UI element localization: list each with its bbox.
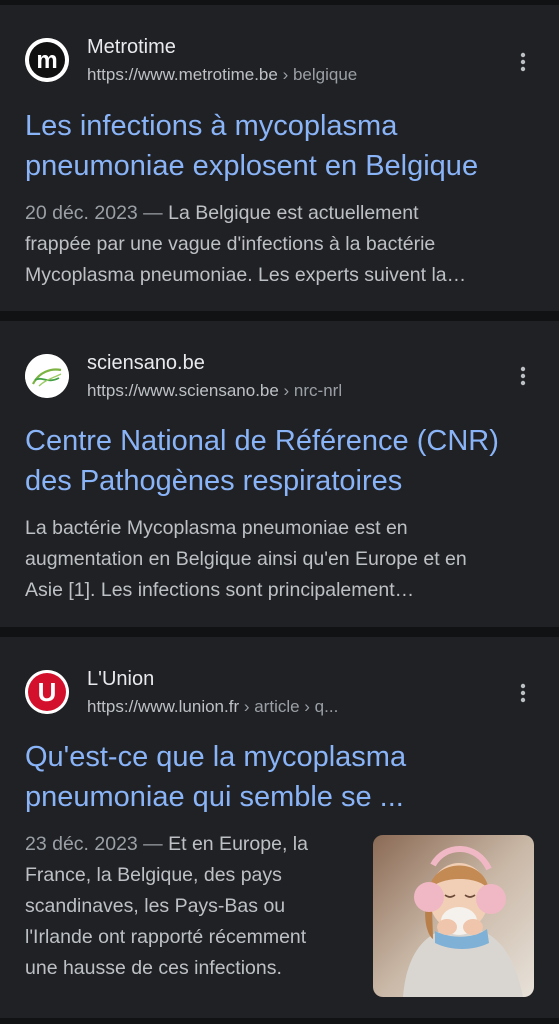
url-path: › nrc-nrl <box>278 381 343 400</box>
site-name: Metrotime <box>87 36 176 58</box>
title-line: pneumoniae explosent en Belgique <box>25 150 479 182</box>
svg-text:m: m <box>36 47 57 74</box>
result-title-link[interactable]: Les infections à mycoplasma pneumoniae e… <box>25 106 535 186</box>
site-url: https://www.lunion.fr › article › q... <box>87 697 338 717</box>
snippet-line: scandinaves, les Pays-Bas ou <box>25 895 286 917</box>
result-snippet: 20 déc. 2023 — La Belgique est actuellem… <box>25 198 535 291</box>
result-source[interactable]: m Metrotime https://www.metrotime.be › b… <box>25 36 559 88</box>
snippet-line: France, la Belgique, des pays <box>25 864 282 886</box>
more-vert-icon[interactable] <box>511 681 535 705</box>
result-snippet: 23 déc. 2023 — Et en Europe, la France, … <box>25 829 355 984</box>
result-thumbnail[interactable] <box>373 835 534 997</box>
site-url: https://www.metrotime.be › belgique <box>87 65 357 85</box>
logo-letter: U <box>38 677 57 707</box>
snippet-line: une hausse de ces infections. <box>25 957 282 979</box>
site-name: L'Union <box>87 668 155 690</box>
result-title-link[interactable]: Qu'est-ce que la mycoplasma pneumoniae q… <box>25 737 535 817</box>
snippet-line: 20 déc. 2023 — La Belgique est actuellem… <box>25 198 535 229</box>
url-path: › belgique <box>277 65 358 84</box>
title-line: Centre National de Référence (CNR) <box>25 425 499 457</box>
site-name: sciensano.be <box>87 352 205 374</box>
result-date: 20 déc. 2023 — <box>25 202 169 224</box>
snippet-line: l'Irlande ont rapporté récemment <box>25 926 307 948</box>
snippet-line: Asie [1]. Les infections sont principale… <box>25 579 415 601</box>
snippet-line: 23 déc. 2023 — Et en Europe, la <box>25 829 355 860</box>
snippet-text: Et en Europe, la <box>168 833 308 855</box>
search-results-page: m Metrotime https://www.metrotime.be › b… <box>0 0 559 1024</box>
snippet-text: La Belgique est actuellement <box>168 202 419 224</box>
title-line: pneumoniae qui semble se ... <box>25 781 404 813</box>
result-source[interactable]: sciensano.be https://www.sciensano.be › … <box>25 352 559 404</box>
result-card-metrotime[interactable]: m Metrotime https://www.metrotime.be › b… <box>0 5 559 311</box>
more-vert-icon[interactable] <box>511 364 535 388</box>
url-base: https://www.sciensano.be <box>87 381 279 400</box>
title-line: Les infections à mycoplasma <box>25 110 398 142</box>
url-path: › article › q... <box>239 697 339 716</box>
url-base: https://www.lunion.fr <box>87 697 240 716</box>
result-date: 23 déc. 2023 — <box>25 833 169 855</box>
title-line: Qu'est-ce que la mycoplasma <box>25 741 407 773</box>
sciensano-logo-icon <box>25 354 69 398</box>
result-snippet: La bactérie Mycoplasma pneumoniae est en… <box>25 513 535 606</box>
site-url: https://www.sciensano.be › nrc-nrl <box>87 381 342 401</box>
lunion-logo-icon: U <box>25 670 69 714</box>
result-source[interactable]: U L'Union https://www.lunion.fr › articl… <box>25 668 559 720</box>
result-card-sciensano[interactable]: sciensano.be https://www.sciensano.be › … <box>0 321 559 627</box>
snippet-line: augmentation en Belgique ainsi qu'en Eur… <box>25 548 467 570</box>
url-base: https://www.metrotime.be <box>87 65 278 84</box>
title-line: des Pathogènes respiratoires <box>25 465 403 497</box>
snippet-line: La bactérie Mycoplasma pneumoniae est en <box>25 517 408 539</box>
snippet-line: frappée par une vague d'infections à la … <box>25 233 436 255</box>
more-vert-icon[interactable] <box>511 50 535 74</box>
snippet-line: Mycoplasma pneumoniae. Les experts suive… <box>25 264 467 286</box>
metrotime-logo-icon: m <box>25 38 69 82</box>
result-title-link[interactable]: Centre National de Référence (CNR) des P… <box>25 421 535 501</box>
